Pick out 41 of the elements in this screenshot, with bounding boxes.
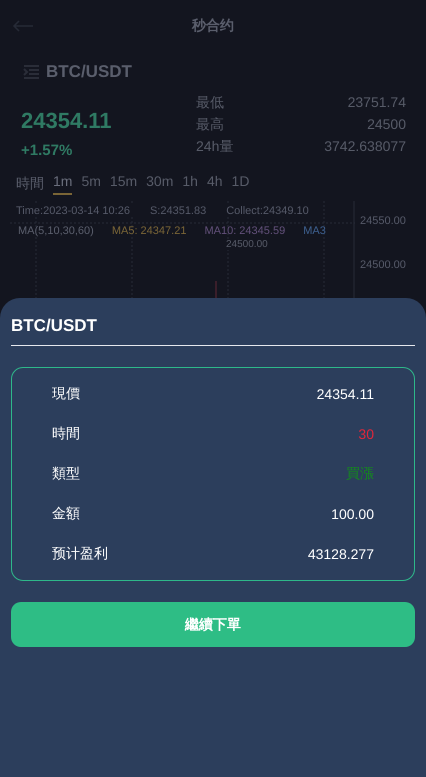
- detail-label: 時間: [52, 425, 80, 443]
- price-axis-label: 24500.00: [360, 259, 406, 271]
- price-change: +1.57%: [21, 142, 74, 159]
- pair-name: BTC/USDT: [46, 62, 132, 82]
- interval-tab[interactable]: 4h: [206, 173, 223, 195]
- stat-value: 24500: [367, 116, 406, 134]
- sheet-title: BTC/USDT: [11, 316, 415, 346]
- interval-label: 時間: [16, 175, 44, 193]
- detail-value: 24354.11: [316, 386, 374, 402]
- page-title: 秒合约: [192, 17, 234, 35]
- chart-info-text: Collect:24349.10: [226, 205, 309, 217]
- continue-order-button[interactable]: 繼續下單: [11, 602, 415, 647]
- detail-value: 43128.277: [308, 546, 374, 562]
- interval-tab[interactable]: 1h: [182, 173, 198, 195]
- detail-value: 買漲: [346, 465, 374, 483]
- list-icon[interactable]: [23, 65, 40, 79]
- price-axis-label: 24550.00: [360, 215, 406, 227]
- stat-label: 24h量: [196, 138, 234, 156]
- interval-tab[interactable]: 1m: [53, 173, 72, 195]
- moving-average-label: MA(5,10,30,60): [18, 225, 94, 237]
- chart-info-text: S:24351.83: [150, 205, 206, 217]
- moving-average-label: MA5: 24347.21: [112, 225, 186, 237]
- interval-tab[interactable]: 15m: [110, 173, 138, 195]
- stat-value: 23751.74: [348, 94, 406, 112]
- detail-value: 100.00: [331, 506, 374, 522]
- high-marker-label: 24500.00: [226, 239, 268, 250]
- detail-label: 金額: [52, 505, 80, 523]
- interval-tab[interactable]: 30m: [146, 173, 174, 195]
- stat-label: 最低: [196, 94, 224, 112]
- chart-info-text: Time:2023-03-14 10:26: [16, 205, 130, 217]
- moving-average-label: MA3: [303, 225, 326, 237]
- detail-label: 预计盈利: [52, 545, 108, 563]
- detail-label: 現價: [52, 385, 80, 403]
- stat-value: 3742.638077: [324, 138, 406, 156]
- stat-label: 最高: [196, 116, 224, 134]
- last-price: 24354.11: [21, 108, 113, 134]
- detail-label: 類型: [52, 465, 80, 483]
- detail-value: 30: [358, 426, 374, 442]
- interval-tab[interactable]: 5m: [81, 173, 101, 195]
- interval-tab[interactable]: 1D: [232, 173, 250, 195]
- moving-average-label: MA10: 24345.59: [204, 225, 286, 237]
